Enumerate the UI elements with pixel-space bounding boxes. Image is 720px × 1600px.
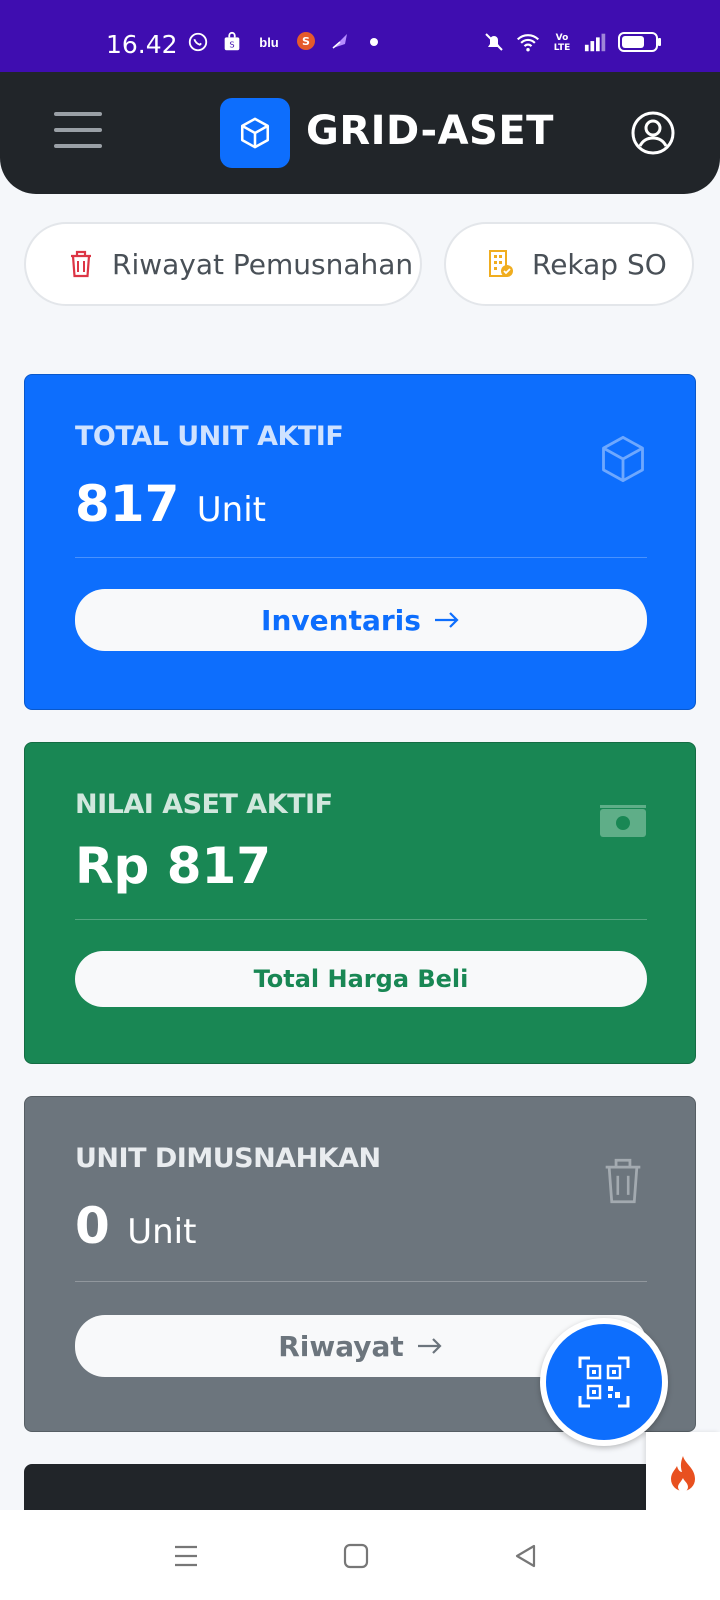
riwayat-pemusnahan-chip[interactable]: Riwayat Pemusnahan (24, 222, 422, 306)
rekap-so-chip[interactable]: Rekap SO (444, 222, 694, 306)
signal-icon (584, 30, 608, 54)
value-number: 0 (75, 1197, 110, 1255)
menu-icon[interactable] (166, 1536, 206, 1576)
shop-icon: S (220, 30, 244, 54)
status-icons-left: S blu S (186, 30, 386, 54)
user-profile-icon[interactable] (630, 110, 676, 156)
chip-label: Rekap SO (532, 247, 667, 281)
value-unit: Unit (196, 490, 267, 530)
feather-app-icon (328, 30, 352, 54)
app-header: GRID-ASET (0, 72, 720, 194)
card-value: 0 Unit (75, 1197, 196, 1255)
flame-tab[interactable] (646, 1432, 720, 1518)
flame-icon (666, 1454, 700, 1496)
card-value: Rp 817 (75, 837, 272, 895)
battery-icon (618, 30, 664, 54)
divider (75, 1281, 647, 1282)
card-title: UNIT DIMUSNAHKAN (75, 1143, 381, 1174)
box-icon (597, 433, 649, 485)
button-label: Riwayat (278, 1329, 404, 1363)
svg-text:Vo: Vo (556, 33, 569, 43)
status-time: 16.42 (106, 30, 178, 59)
chip-label: Riwayat Pemusnahan (112, 247, 414, 281)
cash-icon (597, 803, 649, 855)
mute-icon (482, 30, 506, 54)
nilai-aset-card: NILAI ASET AKTIF Rp 817 Total Harga Beli (24, 742, 696, 1064)
svg-text:LTE: LTE (554, 43, 571, 53)
volte-icon: Vo LTE (550, 30, 574, 54)
blu-icon: blu (259, 34, 279, 50)
inventaris-button[interactable]: Inventaris (75, 589, 647, 651)
back-icon[interactable] (506, 1536, 546, 1576)
s-app-icon: S (294, 30, 318, 54)
value-number: 817 (75, 475, 180, 533)
svg-text:S: S (229, 40, 234, 50)
status-icons-right: Vo LTE (482, 30, 664, 54)
qr-scan-button[interactable] (540, 1318, 668, 1446)
dot-icon (362, 30, 386, 54)
trash-icon (597, 1155, 649, 1207)
menu-toggle-button[interactable] (54, 112, 102, 148)
arrow-right-icon (416, 1336, 444, 1356)
value-unit: Unit (127, 1212, 197, 1252)
button-label: Total Harga Beli (253, 965, 469, 993)
whatsapp-icon (186, 30, 210, 54)
app-title: GRID-ASET (306, 108, 554, 154)
divider (75, 919, 647, 920)
card-title: TOTAL UNIT AKTIF (75, 421, 344, 452)
arrow-right-icon (433, 610, 461, 630)
total-unit-card: TOTAL UNIT AKTIF 817 Unit Inventaris (24, 374, 696, 710)
divider (75, 557, 647, 558)
building-check-icon (486, 249, 516, 279)
system-nav-bar (0, 1510, 720, 1600)
button-label: Inventaris (261, 603, 421, 637)
total-harga-beli-button[interactable]: Total Harga Beli (75, 951, 647, 1007)
qr-scan-icon (576, 1354, 632, 1410)
wifi-icon (516, 30, 540, 54)
box-icon (220, 98, 290, 168)
status-bar: 16.42 S blu S Vo LTE (0, 0, 720, 72)
card-value: 817 Unit (75, 475, 266, 533)
svg-text:S: S (302, 35, 310, 48)
home-square-icon[interactable] (336, 1536, 376, 1576)
card-title: NILAI ASET AKTIF (75, 789, 333, 820)
trash-icon (66, 249, 96, 279)
